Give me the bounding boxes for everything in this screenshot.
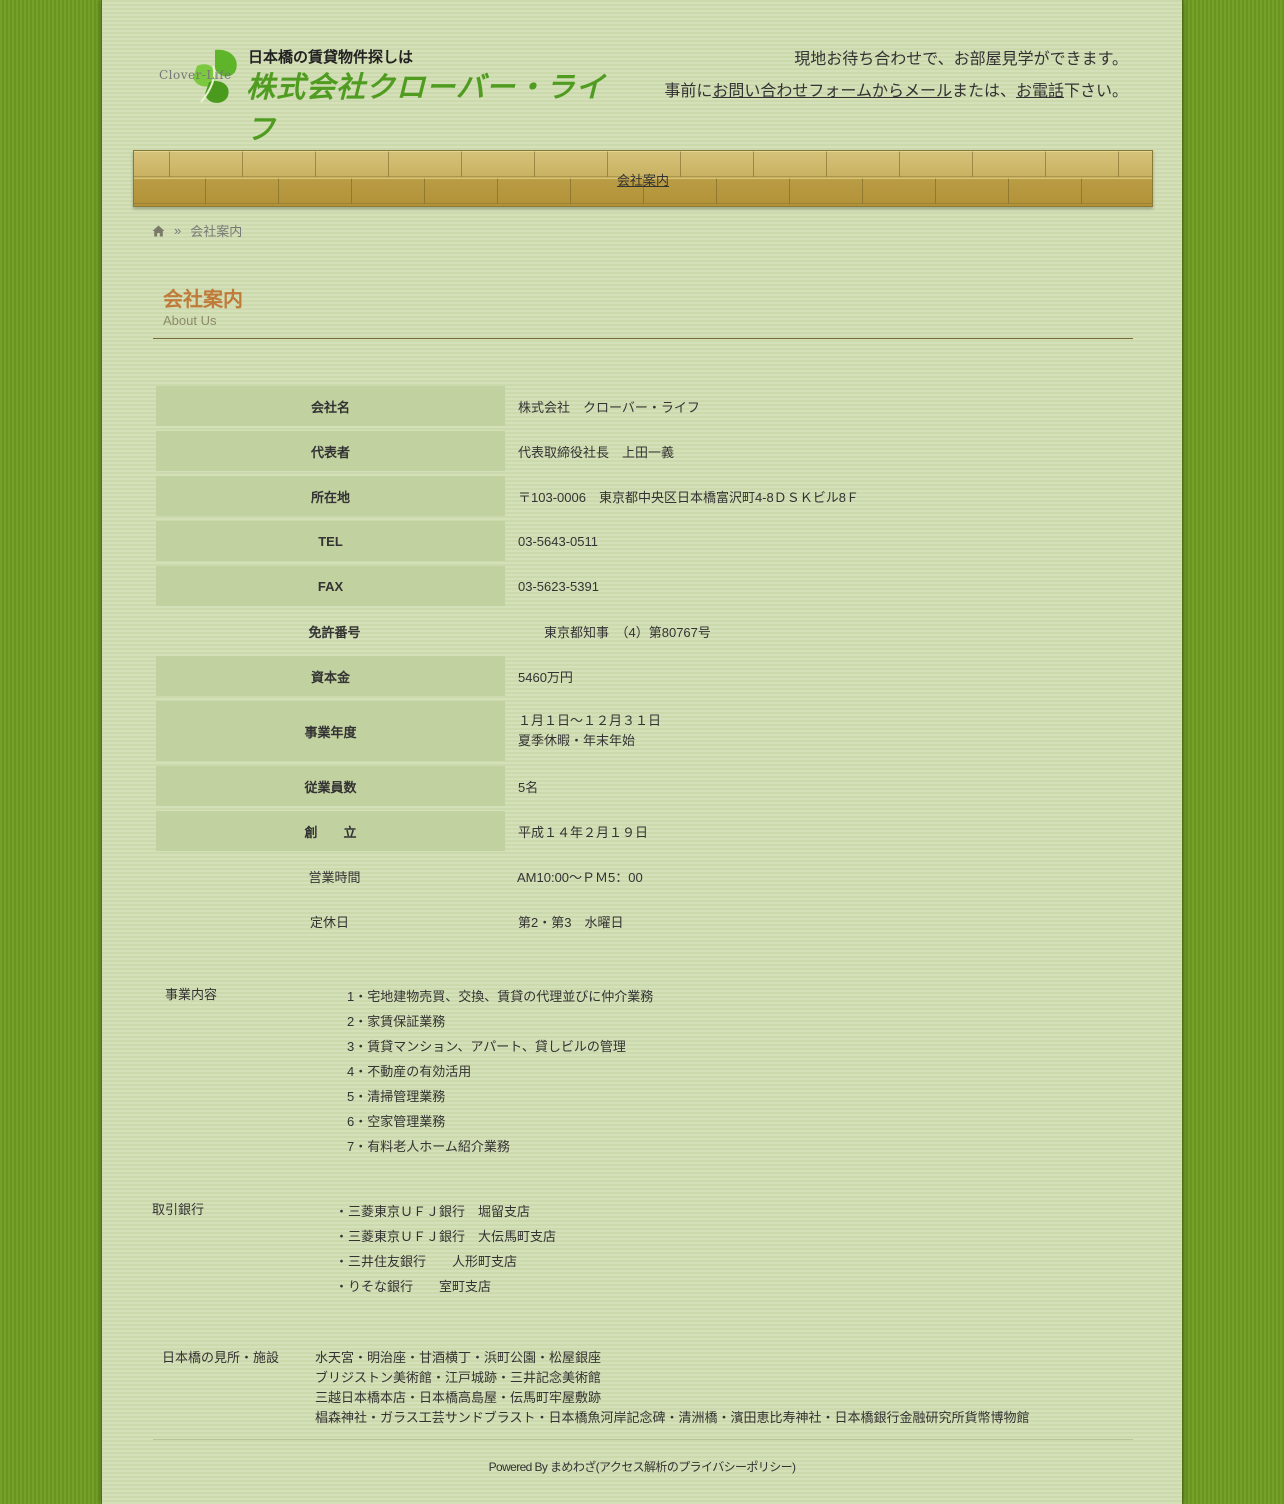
footer-powered: Powered By: [488, 1460, 551, 1474]
row-value: 第2・第3 水曜日: [518, 914, 624, 930]
site-logo[interactable]: Clover-Life 日本橋の賃貸物件探しは 株式会社クローバー・ライフ: [157, 44, 607, 146]
list-item: ・三菱東京ＵＦＪ銀行 堀留支店: [335, 1204, 531, 1219]
breadcrumb: » 会社案内: [152, 221, 242, 240]
table-row: 従業員数 5名: [156, 766, 1132, 806]
row-value: AM10:00～ＰＭ5：00: [517, 869, 643, 885]
list-item: ブリジストン美術館・江戸城跡・三井記念美術館: [315, 1370, 602, 1385]
list-item: 3・賃貸マンション、アパート、貸しビルの管理: [347, 1039, 626, 1054]
row-value: 代表取締役社長 上田一義: [518, 444, 675, 460]
table-row: FAX 03-5623-5391: [156, 566, 1132, 606]
row-label: 営業時間: [308, 869, 361, 885]
row-label: 資本金: [156, 656, 505, 696]
row-label: 定休日: [310, 914, 350, 930]
row-label: FAX: [156, 566, 505, 606]
row-value: 5460万円: [518, 669, 573, 685]
header-message-post: 下さい。: [1063, 83, 1128, 100]
footer-privacy-link[interactable]: まめわざ(アクセス解析のプライバシーポリシー): [550, 1460, 796, 1474]
row-value-line: １月１日～１２月３１日: [518, 713, 662, 728]
row-value: 東京都知事 （4）第80767号: [518, 624, 711, 640]
list-item: 2・家賃保証業務: [347, 1014, 446, 1029]
list-item: 水天宮・明治座・甘酒横丁・浜町公園・松屋銀座: [315, 1350, 602, 1365]
header-message-mid: または、: [951, 83, 1016, 100]
footer-divider: [153, 1439, 1133, 1440]
logo-company-name: 株式会社クローバー・ライフ: [246, 72, 606, 146]
sights-label-text: 日本橋の見所・施設: [162, 1350, 280, 1365]
table-row: 会社名 株式会社 クローバー・ライフ: [156, 386, 1132, 426]
list-item: 7・有料老人ホーム紹介業務: [347, 1139, 510, 1154]
row-value: 5名: [518, 779, 539, 795]
company-info-table: 会社名 株式会社 クローバー・ライフ 代表者 代表取締役社長 上田一義 所在地 …: [154, 381, 1134, 946]
list-item: 三越日本橋本店・日本橋高島屋・伝馬町牢屋敷跡: [315, 1390, 602, 1405]
table-row: 創 立 平成１４年２月１９日: [156, 811, 1132, 851]
row-label: 事業年度: [156, 701, 505, 761]
list-item: 椙森神社・ガラス工芸サンドブラスト・日本橋魚河岸記念碑・清洲橋・濱田恵比寿神社・…: [315, 1410, 1030, 1425]
banks-list: ・三菱東京ＵＦＪ銀行 堀留支店 ・三菱東京ＵＦＪ銀行 大伝馬町支店 ・三井住友銀…: [335, 1199, 556, 1299]
row-label: 代表者: [156, 431, 505, 471]
contact-form-link[interactable]: お問い合わせフォームからメール: [712, 83, 952, 100]
table-row: 事業年度 １月１日～１２月３１日 夏季休暇・年末年始: [156, 701, 1132, 761]
header-message-pre: 事前に: [664, 83, 713, 100]
phone-link[interactable]: お電話: [1016, 83, 1064, 100]
table-row: 代表者 代表取締役社長 上田一義: [156, 431, 1132, 471]
title-divider: [153, 338, 1133, 339]
list-item: ・三菱東京ＵＦＪ銀行 大伝馬町支店: [335, 1229, 557, 1244]
row-value-line: 夏季休暇・年末年始: [518, 733, 636, 748]
row-value: １月１日～１２月３１日 夏季休暇・年末年始: [507, 701, 1132, 761]
sights-list: 水天宮・明治座・甘酒横丁・浜町公園・松屋銀座 ブリジストン美術館・江戸城跡・三井…: [315, 1348, 1029, 1428]
home-icon[interactable]: [152, 225, 165, 237]
global-nav: 会社案内: [133, 150, 1153, 207]
row-label: 創 立: [156, 811, 505, 851]
row-value: 〒103-0006 東京都中央区日本橋富沢町4-8ＤＳＫビル8Ｆ: [518, 489, 859, 505]
list-item: 5・清掃管理業務: [347, 1089, 446, 1104]
header-message: 現地お待ち合わせで、お部屋見学ができます。 事前にお問い合わせフォームからメール…: [664, 44, 1128, 108]
table-row: 営業時間 AM10:00～ＰＭ5：00: [156, 856, 1132, 896]
row-label: 従業員数: [156, 766, 505, 806]
row-label: TEL: [156, 521, 505, 561]
list-item: 1・宅地建物売買、交換、賃貸の代理並びに仲介業務: [347, 989, 654, 1004]
header-message-line1: 現地お待ち合わせで、お部屋見学ができます。: [794, 51, 1128, 68]
breadcrumb-current: 会社案内: [190, 224, 243, 239]
table-row: 資本金 5460万円: [156, 656, 1132, 696]
footer: Powered By まめわざ(アクセス解析のプライバシーポリシー): [102, 1458, 1182, 1475]
header-message-line2: 事前にお問い合わせフォームからメールまたは、お電話下さい。: [664, 76, 1128, 108]
page-container: Clover-Life 日本橋の賃貸物件探しは 株式会社クローバー・ライフ 現地…: [101, 0, 1183, 1504]
row-value: 03-5623-5391: [518, 578, 599, 594]
table-row: 定休日 第2・第3 水曜日: [156, 901, 1132, 941]
row-value: 平成１４年２月１９日: [518, 824, 649, 840]
table-row: 所在地 〒103-0006 東京都中央区日本橋富沢町4-8ＤＳＫビル8Ｆ: [156, 476, 1132, 516]
logo-english: Clover-Life: [159, 68, 232, 82]
nav-item-company[interactable]: 会社案内: [134, 170, 1152, 189]
table-row: TEL 03-5643-0511: [156, 521, 1132, 561]
row-value: 03-5643-0511: [518, 533, 598, 549]
table-row: 免許番号 東京都知事 （4）第80767号: [156, 611, 1132, 651]
list-item: ・りそな銀行 室町支店: [335, 1279, 492, 1294]
page-subtitle: About Us: [163, 313, 217, 328]
banks-label: 取引銀行: [152, 1202, 205, 1217]
business-label: 事業内容: [165, 987, 218, 1002]
page-title: 会社案内: [163, 289, 243, 311]
row-label: 会社名: [156, 386, 505, 426]
business-list: 1・宅地建物売買、交換、賃貸の代理並びに仲介業務 2・家賃保証業務 3・賃貸マン…: [347, 984, 653, 1159]
list-item: 6・空家管理業務: [347, 1114, 446, 1129]
row-label: 所在地: [156, 476, 505, 516]
row-label: 免許番号: [308, 624, 361, 640]
breadcrumb-separator: »: [174, 223, 182, 238]
row-value: 株式会社 クローバー・ライフ: [518, 399, 700, 415]
list-item: 4・不動産の有効活用: [347, 1064, 472, 1079]
sights-label: 日本橋の見所・施設: [162, 1348, 279, 1368]
list-item: ・三井住友銀行 人形町支店: [335, 1254, 518, 1269]
